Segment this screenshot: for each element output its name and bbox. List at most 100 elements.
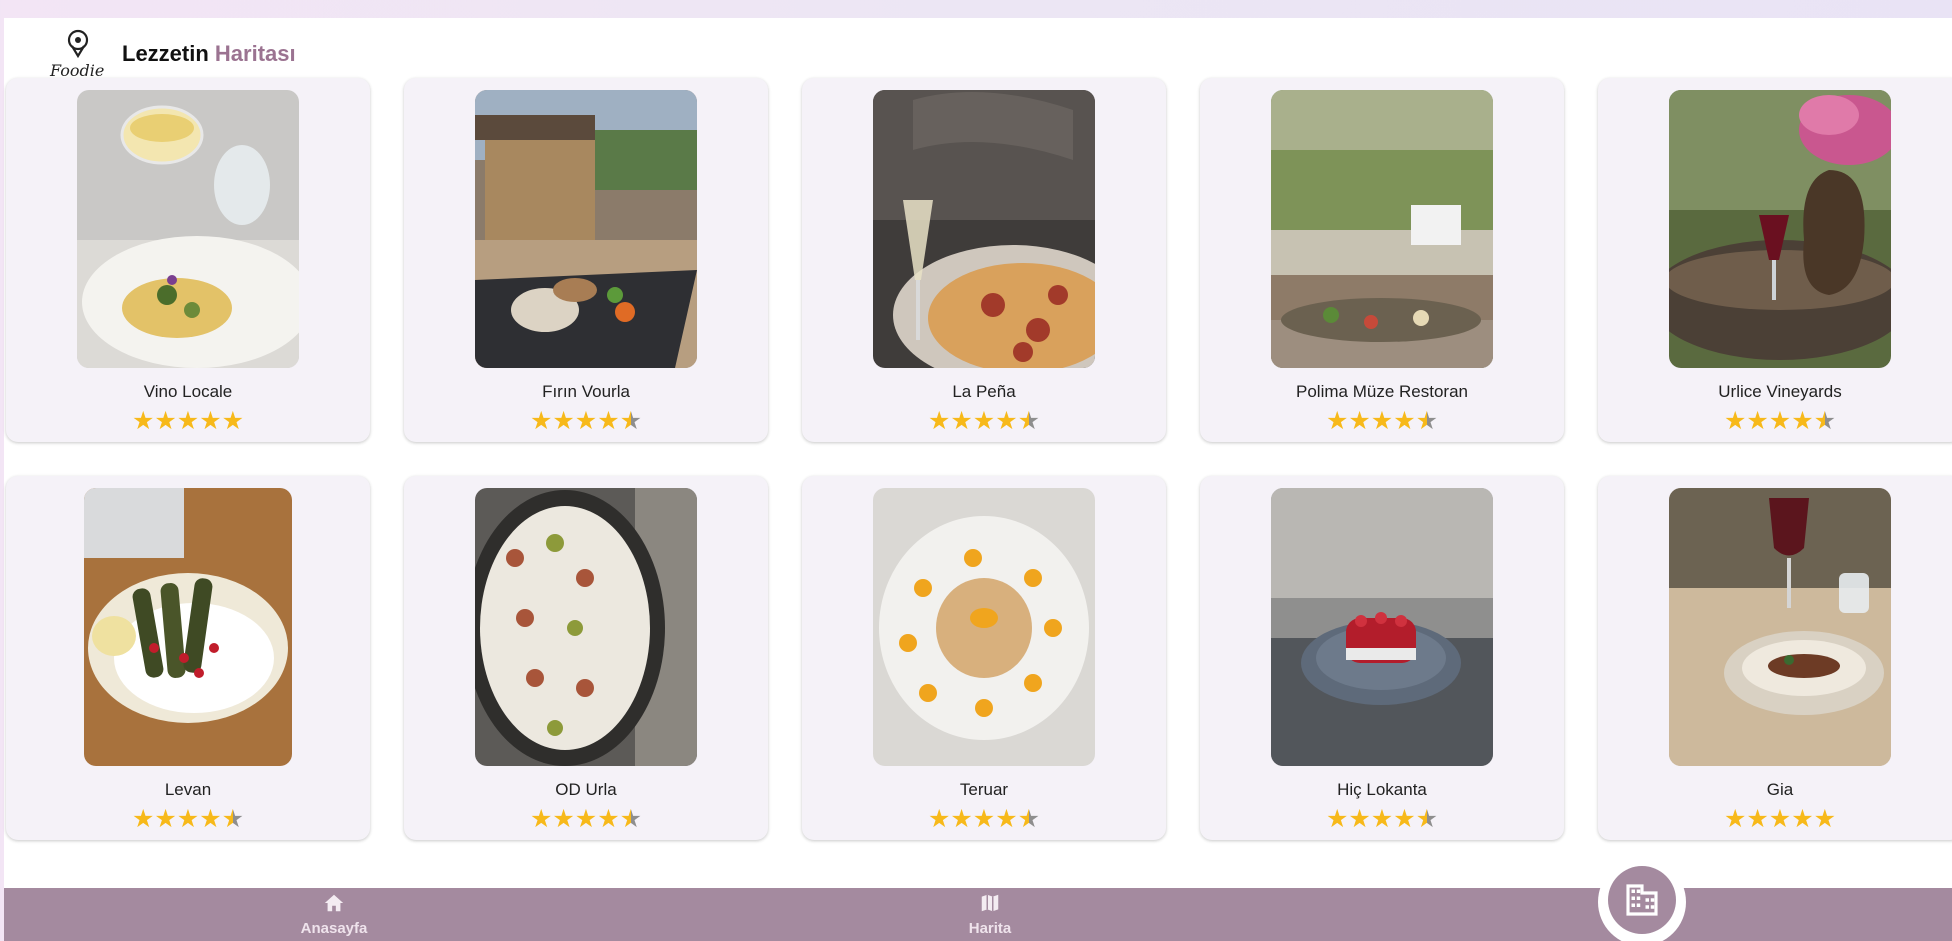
star-icon: ★ (972, 407, 996, 435)
restaurant-name: Polima Müze Restoran (1296, 382, 1468, 401)
star-half-icon: ★ (1017, 407, 1041, 435)
home-icon (274, 892, 394, 919)
star-icon: ★ (1393, 407, 1416, 435)
restaurant-name: Vino Locale (143, 382, 233, 401)
star-icon: ★ (927, 805, 951, 833)
map-icon (930, 892, 1050, 919)
star-icon: ★ (950, 407, 973, 435)
star-icon: ★ (972, 805, 996, 833)
star-icon: ★ (1723, 407, 1747, 435)
star-icon: ★ (1791, 805, 1814, 833)
rating-stars: ★★★★★ (404, 806, 768, 832)
star-icon: ★ (1791, 407, 1814, 435)
restaurant-card[interactable]: Urlice Vineyards ★★★★★ (1598, 78, 1952, 442)
star-icon: ★ (176, 805, 200, 833)
star-icon: ★ (1348, 407, 1371, 435)
rating-stars: ★★★★★ (6, 806, 370, 832)
star-icon: ★ (552, 407, 575, 435)
restaurant-name: La Peña (952, 382, 1016, 401)
star-icon: ★ (221, 407, 245, 435)
star-half-icon: ★ (1415, 407, 1439, 435)
star-half-icon: ★ (1017, 805, 1041, 833)
restaurant-name: Teruar (959, 780, 1009, 799)
star-icon: ★ (995, 805, 1018, 833)
title-main: Lezzetin (122, 41, 209, 66)
star-icon: ★ (927, 407, 951, 435)
nav-map-label: Harita (968, 920, 1012, 937)
restaurant-name: OD Urla (555, 780, 617, 799)
restaurant-card[interactable]: Teruar ★★★★★ (802, 476, 1166, 840)
restaurant-photo (475, 488, 697, 766)
nav-home[interactable]: Anasayfa (274, 892, 394, 939)
star-icon: ★ (154, 407, 177, 435)
rating-stars: ★★★★★ (404, 408, 768, 434)
star-half-icon: ★ (1813, 407, 1837, 435)
restaurant-name: Fırın Vourla (542, 382, 630, 401)
star-icon: ★ (529, 805, 553, 833)
restaurant-photo (1271, 488, 1493, 766)
star-icon: ★ (1370, 805, 1394, 833)
restaurant-photo (873, 90, 1095, 368)
star-icon: ★ (995, 407, 1018, 435)
restaurant-card[interactable]: Vino Locale ★★★★★ (6, 78, 370, 442)
restaurant-card[interactable]: OD Urla ★★★★★ (404, 476, 768, 840)
star-half-icon: ★ (1415, 805, 1439, 833)
rating-stars: ★★★★★ (1598, 806, 1952, 832)
restaurant-card[interactable]: La Peña ★★★★★ (802, 78, 1166, 442)
foodie-logo: Foodie (48, 26, 108, 82)
restaurant-card[interactable]: Fırın Vourla ★★★★★ (404, 78, 768, 442)
star-icon: ★ (1325, 407, 1349, 435)
restaurant-photo (1669, 90, 1891, 368)
star-icon: ★ (950, 805, 973, 833)
star-icon: ★ (597, 407, 620, 435)
star-icon: ★ (1348, 805, 1371, 833)
rating-stars: ★★★★★ (802, 408, 1166, 434)
page-title: Lezzetin Haritası (122, 41, 296, 67)
restaurant-photo (475, 90, 697, 368)
star-half-icon: ★ (221, 805, 245, 833)
star-icon: ★ (1813, 805, 1837, 833)
restaurant-card[interactable]: Polima Müze Restoran ★★★★★ (1200, 78, 1564, 442)
star-icon: ★ (131, 407, 155, 435)
restaurant-name: Levan (164, 780, 212, 799)
star-icon: ★ (1723, 805, 1747, 833)
star-icon: ★ (199, 805, 222, 833)
star-icon: ★ (176, 407, 200, 435)
star-icon: ★ (1325, 805, 1349, 833)
star-icon: ★ (131, 805, 155, 833)
restaurant-photo (1669, 488, 1891, 766)
rating-stars: ★★★★★ (1200, 408, 1564, 434)
star-half-icon: ★ (619, 805, 643, 833)
nav-home-label: Anasayfa (300, 920, 368, 937)
star-icon: ★ (574, 805, 598, 833)
title-accent: Haritası (214, 41, 296, 66)
star-icon: ★ (1746, 805, 1769, 833)
restaurants-fab-button[interactable] (1608, 866, 1676, 934)
restaurant-name: Gia (1766, 780, 1794, 799)
star-icon: ★ (597, 805, 620, 833)
star-icon: ★ (529, 407, 553, 435)
rating-stars: ★★★★★ (1200, 806, 1564, 832)
restaurant-photo (873, 488, 1095, 766)
restaurant-name: Hiç Lokanta (1337, 780, 1427, 799)
rating-stars: ★★★★★ (802, 806, 1166, 832)
building-icon (1626, 884, 1658, 916)
star-icon: ★ (552, 805, 575, 833)
restaurant-card[interactable]: Hiç Lokanta ★★★★★ (1200, 476, 1564, 840)
star-icon: ★ (574, 407, 598, 435)
star-icon: ★ (154, 805, 177, 833)
restaurant-card[interactable]: Levan ★★★★★ (6, 476, 370, 840)
restaurant-photo (84, 488, 292, 766)
star-icon: ★ (199, 407, 222, 435)
star-icon: ★ (1370, 407, 1394, 435)
restaurant-photo (1271, 90, 1493, 368)
restaurant-grid: Vino Locale ★★★★★ Fırın Vourla ★★★★★ La … (6, 78, 1952, 840)
restaurant-card[interactable]: Gia ★★★★★ (1598, 476, 1952, 840)
restaurant-photo (77, 90, 299, 368)
rating-stars: ★★★★★ (6, 408, 370, 434)
star-icon: ★ (1746, 407, 1769, 435)
nav-map[interactable]: Harita (930, 892, 1050, 939)
rating-stars: ★★★★★ (1598, 408, 1952, 434)
restaurant-name: Urlice Vineyards (1718, 382, 1842, 401)
star-icon: ★ (1768, 805, 1792, 833)
